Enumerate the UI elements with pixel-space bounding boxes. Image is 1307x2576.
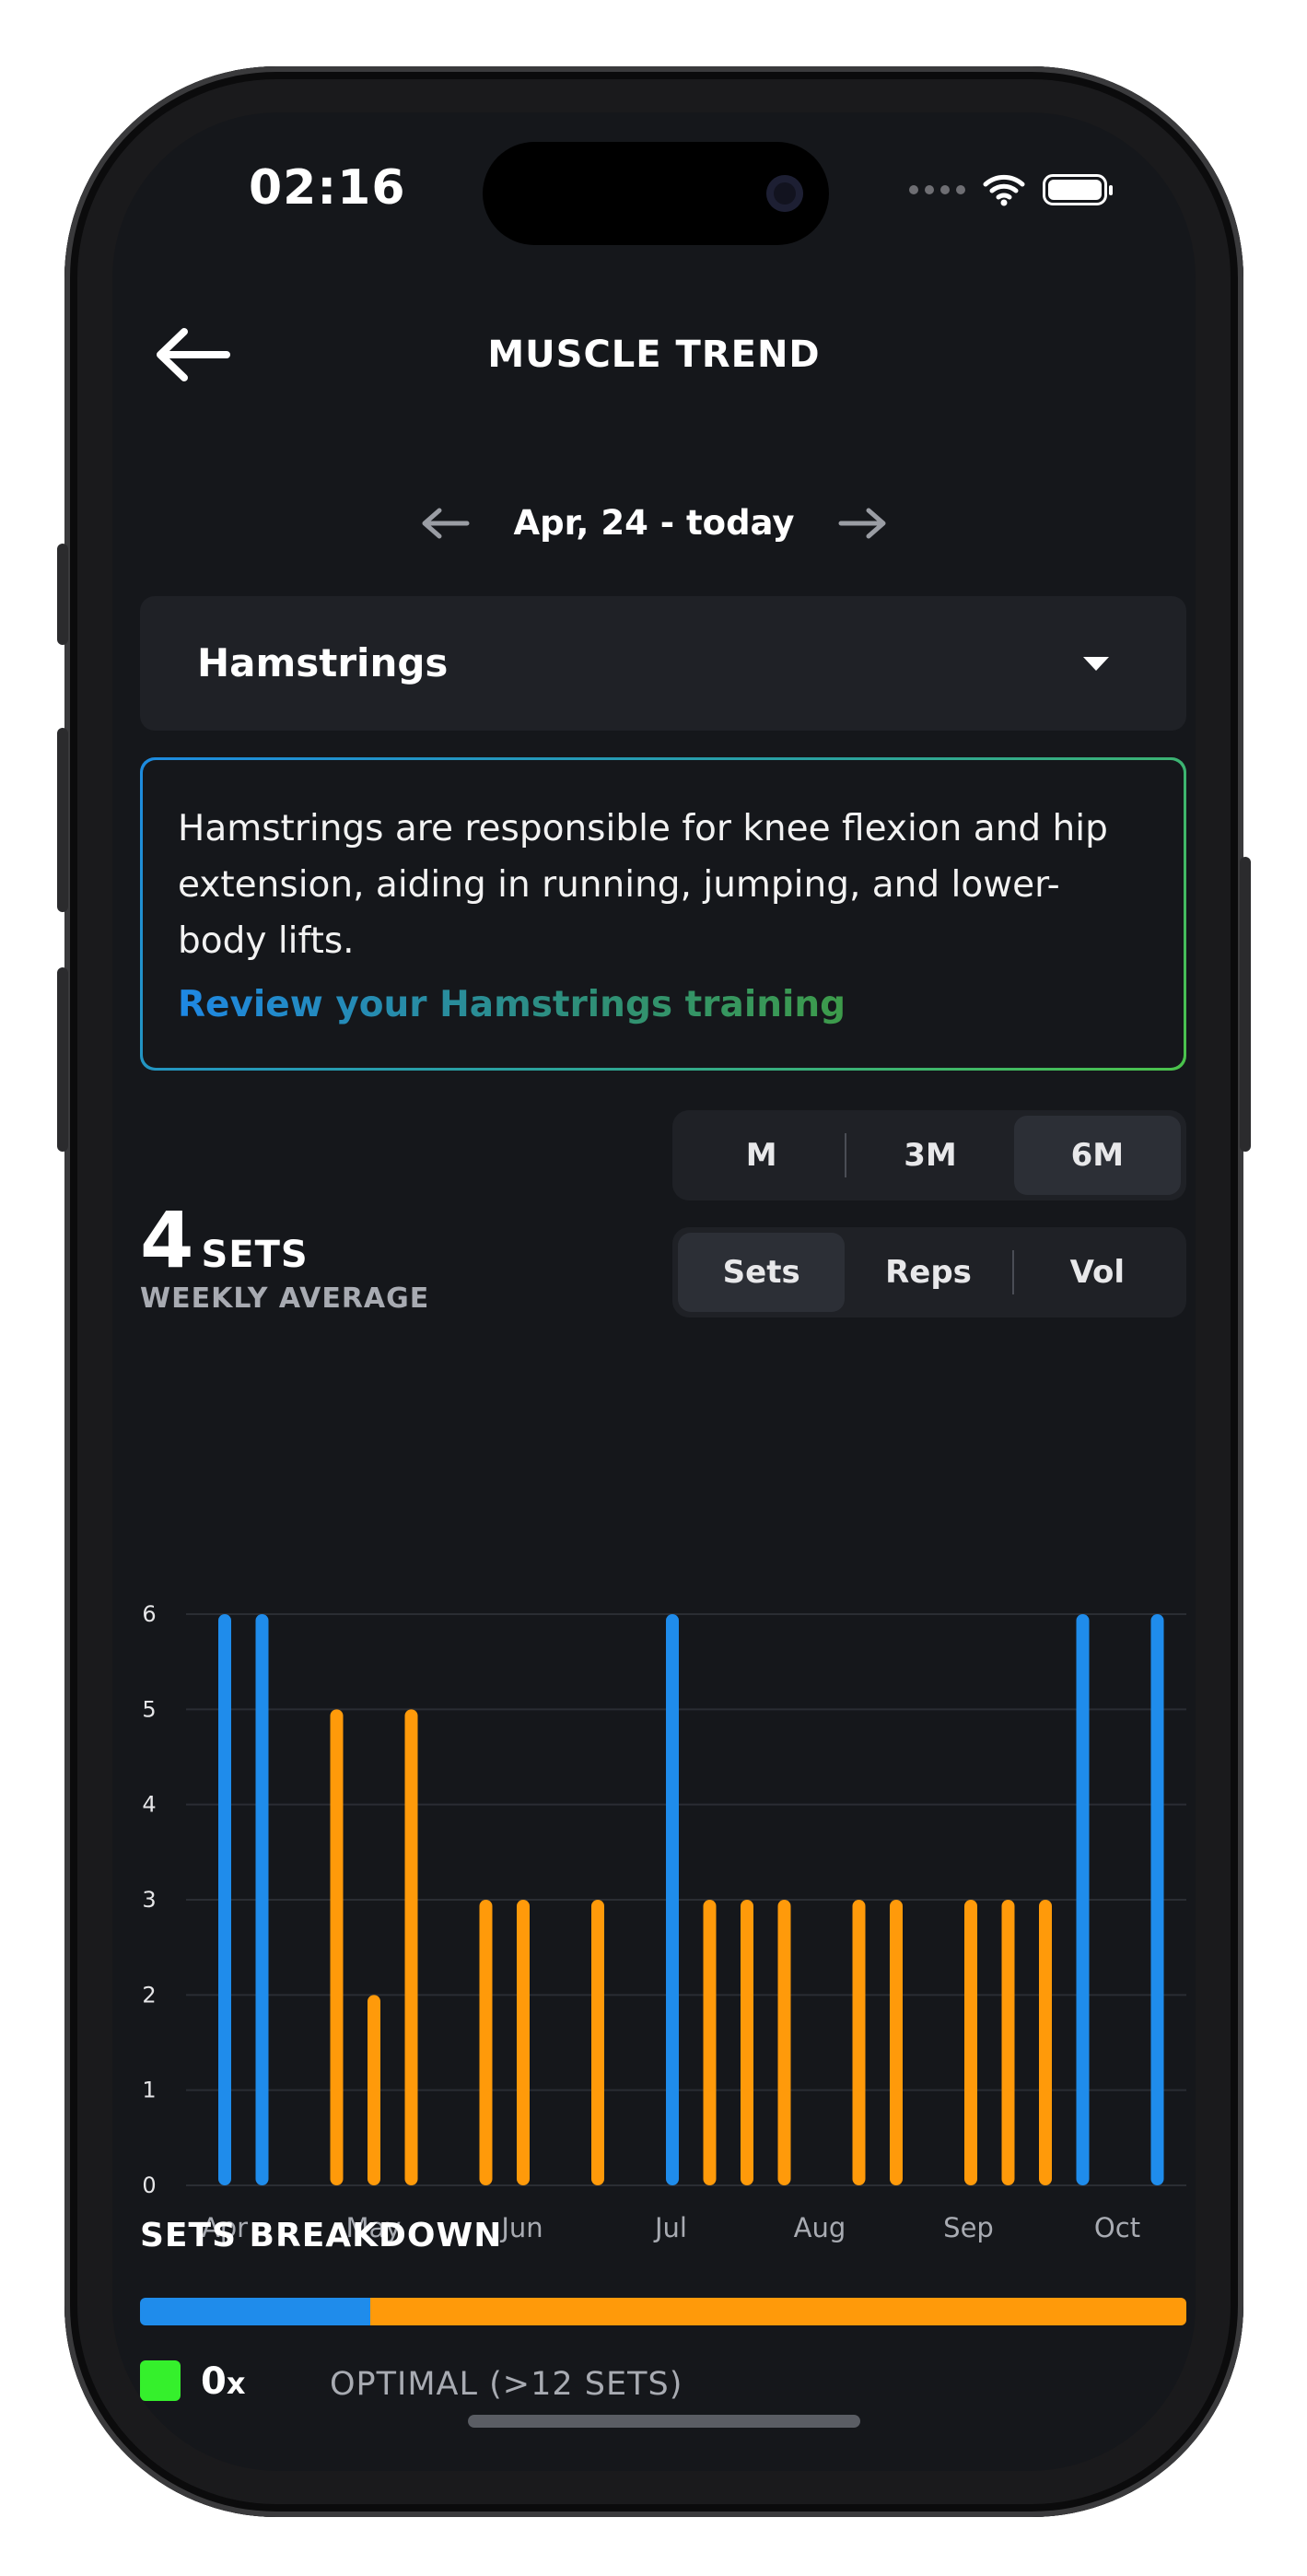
x-tick-label: Oct	[1094, 2212, 1140, 2243]
signal-dots-icon	[909, 185, 965, 194]
weekly-average-value: 4 SETS	[140, 1195, 309, 1285]
chart-bar	[368, 1995, 380, 2185]
metric-segmented-control: Sets Reps Vol	[672, 1227, 1186, 1317]
date-range-label: Apr, 24 - today	[513, 503, 795, 543]
page-title: MUSCLE TREND	[487, 334, 821, 376]
sets-bar-chart: 0123456Apr May Jun Jul Aug Sep Oct	[142, 1601, 1186, 2243]
tab-metric-sets[interactable]: Sets	[678, 1233, 846, 1312]
chart-bar	[666, 1614, 679, 2185]
battery-icon	[1043, 174, 1113, 205]
chart-bar	[1076, 1614, 1090, 2185]
power-button	[1240, 857, 1251, 1152]
muscle-select-value: Hamstrings	[197, 640, 449, 685]
next-range-button[interactable]	[835, 505, 891, 542]
y-tick-label: 4	[142, 1792, 156, 1818]
camera-icon	[766, 175, 803, 212]
status-time: 02:16	[249, 160, 406, 216]
date-range-navigator: Apr, 24 - today	[112, 503, 1196, 543]
optimal-count-suffix: x	[226, 2366, 246, 2401]
tab-metric-vol[interactable]: Vol	[1014, 1233, 1181, 1312]
volume-up-button	[57, 728, 68, 912]
tab-range-3m[interactable]: 3M	[846, 1116, 1013, 1195]
chart-bar	[1150, 1614, 1164, 2185]
sets-breakdown-title: SETS BREAKDOWN	[140, 2217, 503, 2254]
review-training-link[interactable]: Review your Hamstrings training	[178, 984, 846, 1025]
arrow-left-icon	[422, 508, 470, 538]
breakdown-segment	[140, 2298, 370, 2325]
x-tick-label: Sep	[943, 2212, 994, 2243]
x-tick-label: Jul	[653, 2212, 687, 2243]
optimal-count-value: 0	[201, 2360, 227, 2403]
y-tick-label: 0	[142, 2172, 156, 2198]
y-tick-label: 1	[142, 2078, 156, 2103]
weekly-average-number: 4	[140, 1195, 194, 1285]
x-tick-label: Aug	[794, 2212, 846, 2243]
volume-down-button	[57, 967, 68, 1152]
chart-bar	[255, 1614, 269, 2185]
chart-bar	[218, 1614, 231, 2185]
chart-bar	[741, 1900, 753, 2185]
x-tick-label: Jun	[499, 2212, 543, 2243]
arrow-right-icon	[838, 508, 885, 538]
weekly-average-caption: WEEKLY AVERAGE	[140, 1282, 430, 1315]
chart-bar	[517, 1900, 530, 2185]
home-indicator	[468, 2415, 860, 2428]
optimal-count: 0x	[201, 2360, 245, 2403]
optimal-legend-swatch	[140, 2360, 181, 2401]
range-segmented-control: M 3M 6M	[672, 1110, 1186, 1200]
chart-bar	[591, 1900, 604, 2185]
optimal-legend-label: OPTIMAL (>12 SETS)	[330, 2366, 683, 2403]
chart-bar	[479, 1900, 493, 2185]
caret-down-icon	[1083, 657, 1109, 671]
y-tick-label: 5	[142, 1696, 156, 1722]
tab-metric-reps[interactable]: Reps	[845, 1233, 1011, 1312]
chart-bar	[777, 1900, 791, 2185]
y-tick-label: 2	[142, 1982, 156, 2008]
chart-bar	[1039, 1900, 1052, 2185]
action-button	[57, 544, 68, 645]
tab-range-m[interactable]: M	[678, 1116, 845, 1195]
chart-bar	[964, 1900, 977, 2185]
tab-range-6m[interactable]: 6M	[1013, 1116, 1181, 1195]
dynamic-island	[483, 142, 829, 245]
chart-bar	[890, 1900, 903, 2185]
status-icons	[909, 173, 1113, 206]
chart-bar	[852, 1900, 866, 2185]
app-screen: 02:16 MUSCLE TREND Apr, 24 - today Hamst…	[112, 112, 1196, 2471]
muscle-select[interactable]: Hamstrings	[140, 596, 1186, 731]
y-tick-label: 3	[142, 1887, 156, 1913]
sets-breakdown-bar	[140, 2298, 1186, 2325]
muscle-description: Hamstrings are responsible for knee flex…	[178, 808, 1108, 962]
chart-bar	[404, 1709, 418, 2185]
y-tick-label: 6	[142, 1601, 156, 1627]
chart-bar	[703, 1900, 717, 2185]
chart-bar	[1001, 1900, 1015, 2185]
chart-bar	[330, 1709, 344, 2185]
muscle-info-card: Hamstrings are responsible for knee flex…	[140, 757, 1186, 1071]
breakdown-segment	[369, 2298, 1186, 2325]
wifi-icon	[983, 174, 1025, 206]
previous-range-button[interactable]	[417, 505, 473, 542]
weekly-average-unit: SETS	[201, 1234, 309, 1276]
